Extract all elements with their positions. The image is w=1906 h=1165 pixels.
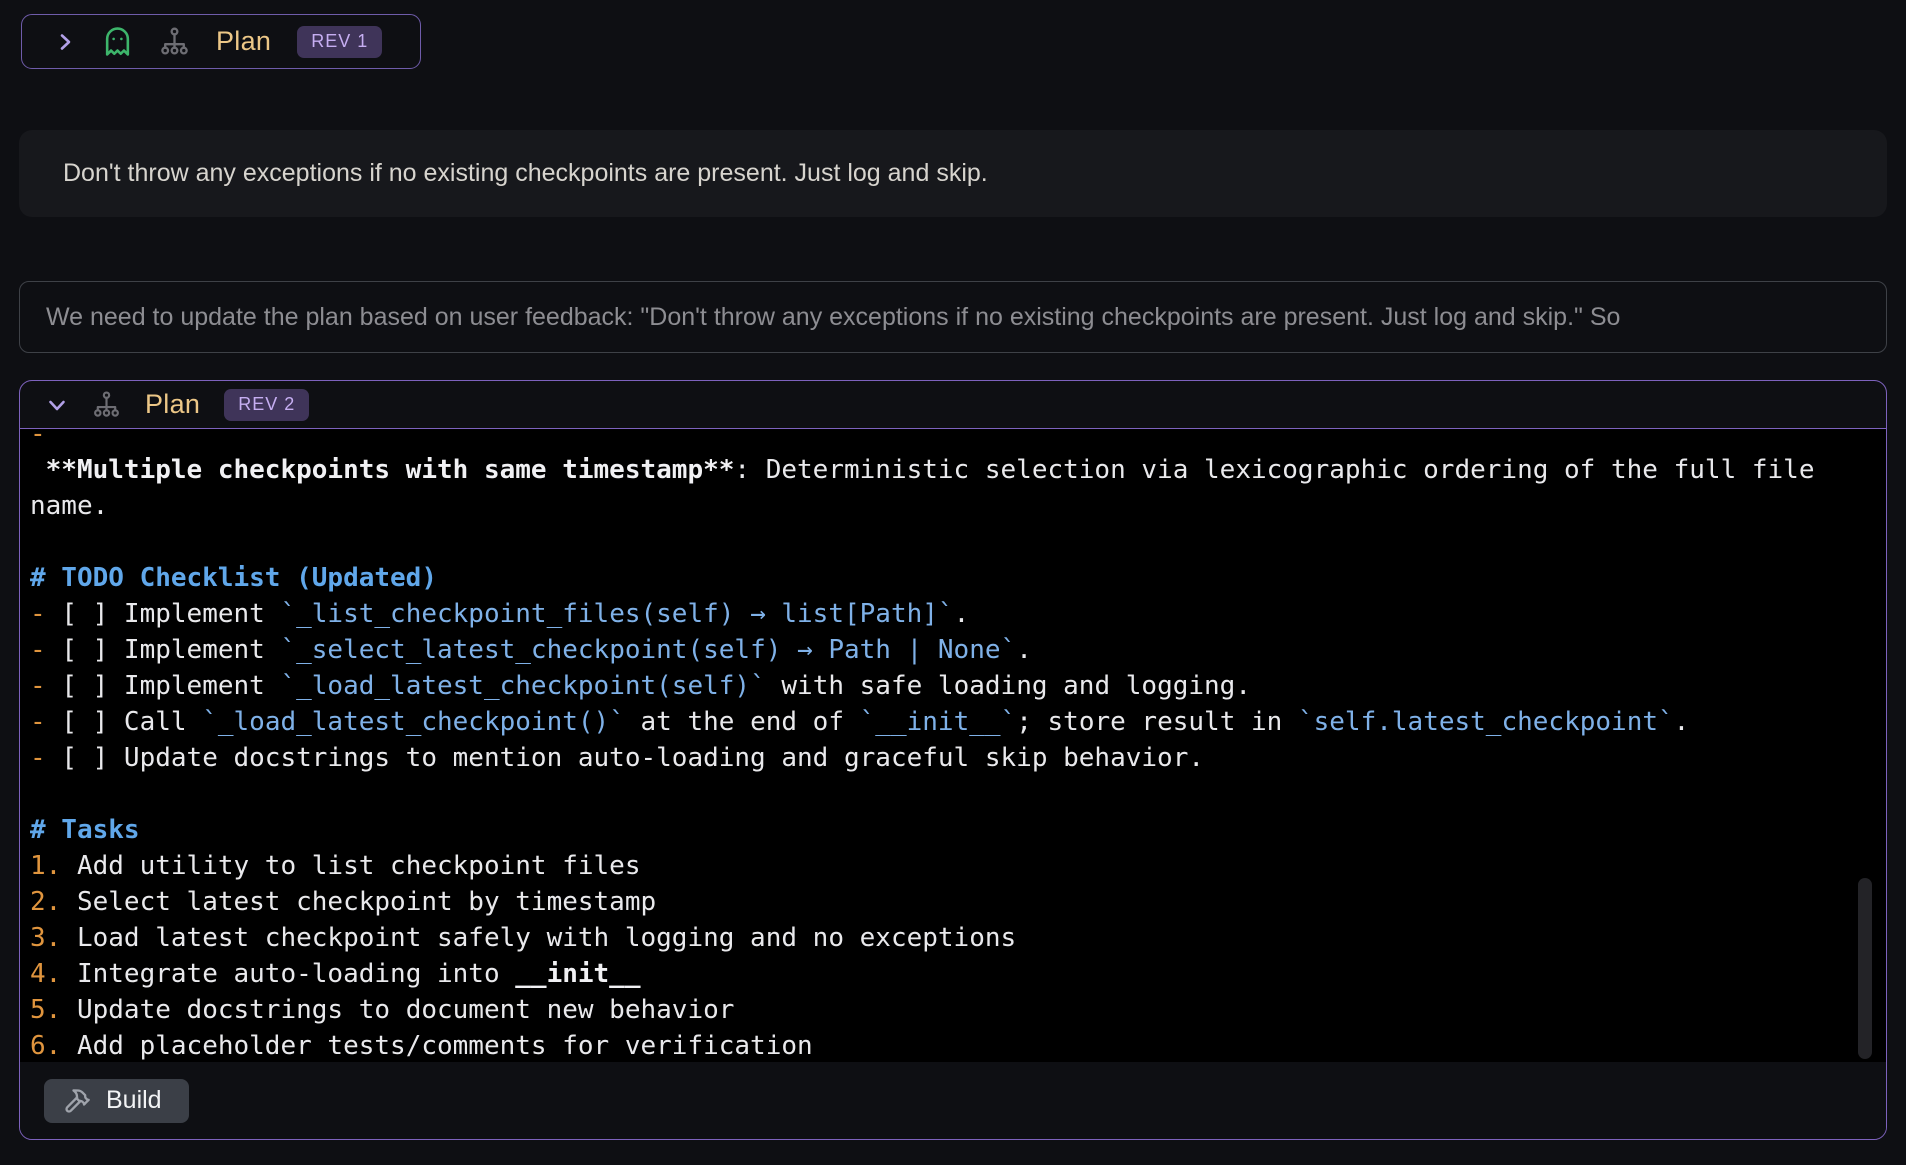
rev2-badge: REV 2 (224, 389, 309, 421)
user-message-box: Don't throw any exceptions if no existin… (19, 130, 1887, 217)
code-line (30, 524, 1842, 560)
hierarchy-icon (92, 390, 121, 419)
ghost-icon (102, 26, 133, 57)
rev2-panel-header[interactable]: Plan REV 2 (20, 381, 1886, 428)
chevron-right-icon[interactable] (54, 31, 76, 53)
code-line: name. (30, 488, 1842, 524)
build-button[interactable]: Build (44, 1079, 189, 1123)
plan-review-page: Plan REV 1 Don't throw any exceptions if… (0, 0, 1906, 1165)
rev2-panel-footer: Build (20, 1062, 1886, 1139)
code-line: 2. Select latest checkpoint by timestamp (30, 884, 1842, 920)
code-line: - [ ] Call `_load_latest_checkpoint()` a… (30, 704, 1842, 740)
user-message-text: Don't throw any exceptions if no existin… (63, 159, 988, 188)
assistant-feedback-box[interactable]: We need to update the plan based on user… (19, 281, 1887, 353)
code-line: - [ ] Implement `_load_latest_checkpoint… (30, 668, 1842, 704)
scrollbar-thumb[interactable] (1858, 878, 1872, 1059)
chevron-down-icon[interactable] (46, 394, 68, 416)
hammer-icon (63, 1087, 91, 1115)
code-line: # Tasks (30, 812, 1842, 848)
code-line: - [ ] Implement `_list_checkpoint_files(… (30, 596, 1842, 632)
rev1-panel-title: Plan (216, 26, 271, 57)
rev2-panel-title: Plan (145, 389, 200, 420)
code-line: - [ ] Implement `_select_latest_checkpoi… (30, 632, 1842, 668)
code-line: 1. Add utility to list checkpoint files (30, 848, 1842, 884)
rev1-badge: REV 1 (297, 26, 382, 58)
build-button-label: Build (106, 1086, 162, 1115)
code-line: **Multiple checkpoints with same timesta… (30, 452, 1842, 488)
code-line: 5. Update docstrings to document new beh… (30, 992, 1842, 1028)
code-line: # TODO Checklist (Updated) (30, 560, 1842, 596)
assistant-feedback-text: We need to update the plan based on user… (46, 303, 1620, 332)
code-line: - [ ] Update docstrings to mention auto-… (30, 740, 1842, 776)
code-line: 4. Integrate auto-loading into __init__ (30, 956, 1842, 992)
code-line: - (30, 429, 1842, 452)
plan-code-content: - **Multiple checkpoints with same times… (30, 429, 1842, 1062)
plan-rev2-panel: Plan REV 2 - **Multiple checkpoints with… (19, 380, 1887, 1140)
code-line: 3. Load latest checkpoint safely with lo… (30, 920, 1842, 956)
plan-rev1-panel[interactable]: Plan REV 1 (21, 14, 421, 69)
hierarchy-icon (159, 26, 190, 57)
code-line (30, 776, 1842, 812)
code-line: 6. Add placeholder tests/comments for ve… (30, 1028, 1842, 1062)
plan-code-area[interactable]: - **Multiple checkpoints with same times… (20, 429, 1886, 1062)
